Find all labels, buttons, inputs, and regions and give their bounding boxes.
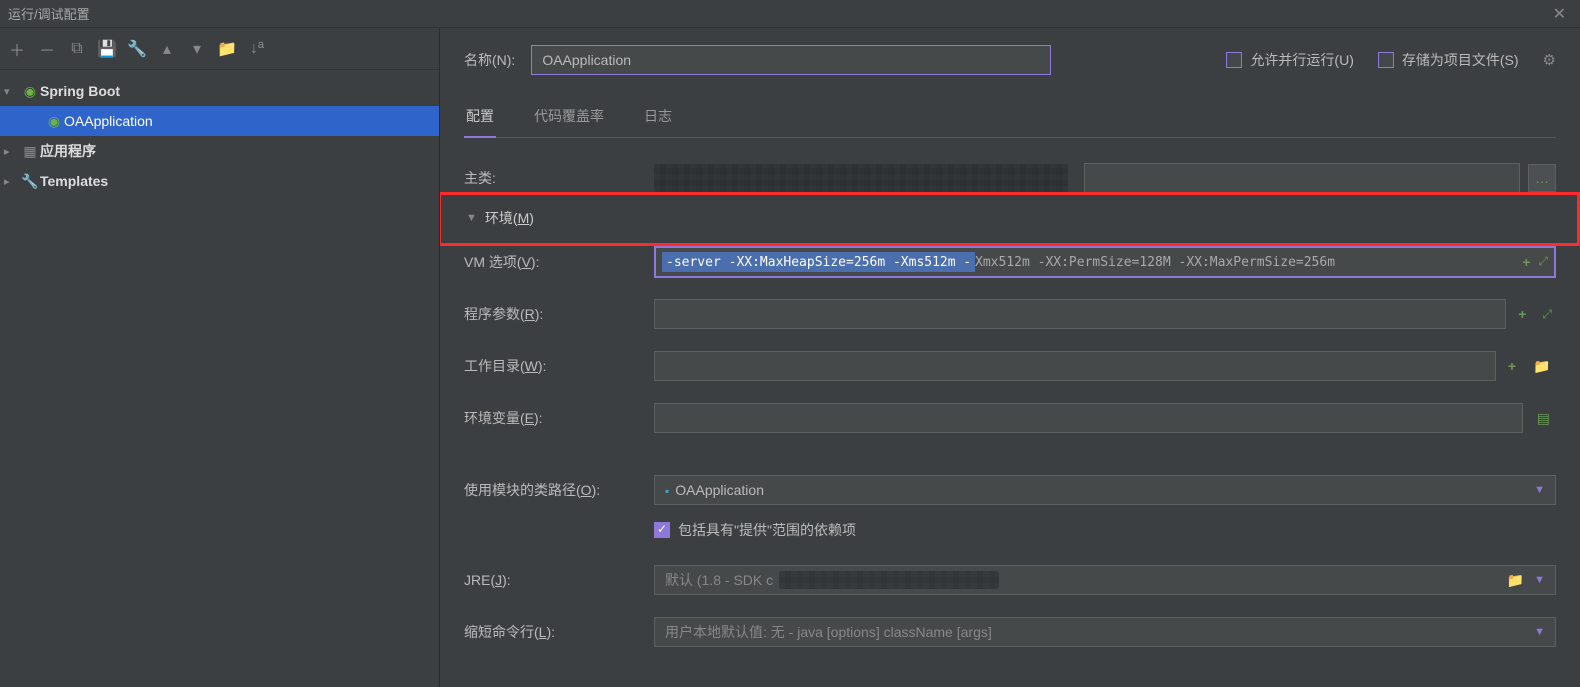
wrench-icon[interactable]: 🔧 [128,40,146,58]
classpath-select[interactable]: ▪OAApplication ▼ [654,475,1556,505]
list-icon[interactable]: ▤ [1531,410,1556,427]
add-icon[interactable]: ＋ [8,40,26,58]
down-icon[interactable]: ▾ [188,40,206,58]
store-as-file-checkbox[interactable]: 存储为项目文件(S) [1378,50,1519,70]
shorten-cmd-row: 缩短命令行(L): 用户本地默认值: 无 - java [options] cl… [464,610,1556,654]
main-class-label: 主类: [464,168,654,188]
vm-options-row: VM 选项(V): -server -XX:MaxHeapSize=256m -… [464,240,1556,284]
content-panel: 名称(N): 允许并行运行(U) 存储为项目文件(S) ⚙ 配置 代码覆盖率 日… [440,28,1580,687]
name-label: 名称(N): [464,50,515,70]
program-args-label: 程序参数(R): [464,304,654,324]
sort-icon[interactable]: ↓ª [248,40,266,58]
working-dir-row: 工作目录(W): + 📁 [464,344,1556,388]
form-area: 主类: … ▼ 环境(M) VM 选项(V): -server -XX:MaxH… [464,156,1556,654]
sidebar: ＋ － ⧉ 💾 🔧 ▴ ▾ 📁 ↓ª ▾ ◉ Spring Boot ◉ OAA… [0,28,440,687]
program-args-row: 程序参数(R): + ⤢ [464,292,1556,336]
working-dir-label: 工作目录(W): [464,356,654,376]
chevron-down-icon: ▼ [1534,574,1545,586]
jre-select[interactable]: 默认 (1.8 - SDK c 📁 ▼ [654,565,1556,595]
tab-config[interactable]: 配置 [464,98,496,138]
shorten-cmd-select[interactable]: 用户本地默认值: 无 - java [options] className [a… [654,617,1556,647]
tree-label: Templates [40,173,108,189]
name-input[interactable] [531,45,1051,75]
section-label: 环境(M) [485,208,534,228]
classpath-label: 使用模块的类路径(O): [464,480,654,500]
vm-options-input[interactable]: -server -XX:MaxHeapSize=256m -Xms512m - … [654,246,1556,278]
env-vars-input[interactable] [654,403,1523,433]
chevron-down-icon: ▼ [1534,484,1545,496]
jre-redacted [779,571,999,589]
tree-node-application[interactable]: ▸ ▦ 应用程序 [0,136,439,166]
chevron-down-icon: ▾ [4,85,20,98]
jre-row: JRE(J): 默认 (1.8 - SDK c 📁 ▼ [464,558,1556,602]
main-class-redacted [654,164,1068,192]
titlebar: 运行/调试配置 ✕ [0,0,1580,28]
add-icon[interactable]: + [1514,306,1530,322]
vm-options-label: VM 选项(V): [464,252,654,272]
expand-icon[interactable]: ⤢ [1538,307,1556,322]
add-icon[interactable]: + [1504,358,1520,374]
checkbox-icon [1378,52,1394,68]
add-icon[interactable]: + [1522,254,1530,270]
up-icon[interactable]: ▴ [158,40,176,58]
tree-node-oaapplication[interactable]: ◉ OAApplication [0,106,439,136]
copy-icon[interactable]: ⧉ [68,40,86,58]
env-vars-row: 环境变量(E): ▤ [464,396,1556,440]
tree-node-templates[interactable]: ▸ 🔧 Templates [0,166,439,196]
expand-icon[interactable]: ⤢ [1538,254,1548,270]
module-icon: ▪ [665,484,669,498]
checkbox-label: 存储为项目文件(S) [1402,50,1519,70]
tabs: 配置 代码覆盖率 日志 [464,98,1556,138]
folder-icon[interactable]: 📁 [1528,352,1556,380]
wrench-icon: 🔧 [20,173,40,190]
window-title: 运行/调试配置 [8,4,90,23]
classpath-row: 使用模块的类路径(O): ▪OAApplication ▼ [464,468,1556,512]
tree-node-springboot[interactable]: ▾ ◉ Spring Boot [0,76,439,106]
springboot-icon: ◉ [44,113,64,130]
chevron-down-icon: ▼ [466,212,477,224]
springboot-icon: ◉ [20,83,40,100]
working-dir-input[interactable] [654,351,1496,381]
folder-icon[interactable]: 📁 [218,40,236,58]
checkbox-checked-icon [654,522,670,538]
jre-label: JRE(J): [464,572,654,588]
env-section-header[interactable]: ▼ 环境(M) [466,208,1556,228]
tree-label: OAApplication [64,113,153,129]
main-class-row: 主类: … [464,156,1556,200]
gear-icon[interactable]: ⚙ [1543,51,1556,69]
chevron-down-icon: ▼ [1534,626,1545,638]
allow-parallel-checkbox[interactable]: 允许并行运行(U) [1226,50,1353,70]
main-class-input[interactable] [1084,163,1520,193]
tree-label: 应用程序 [40,141,96,161]
remove-icon[interactable]: － [38,40,56,58]
sidebar-toolbar: ＋ － ⧉ 💾 🔧 ▴ ▾ 📁 ↓ª [0,28,439,70]
tab-coverage[interactable]: 代码覆盖率 [532,98,606,138]
checkbox-label: 允许并行运行(U) [1250,50,1353,70]
app-icon: ▦ [20,143,40,160]
folder-icon[interactable]: 📁 [1507,572,1524,589]
include-provided-checkbox[interactable]: 包括具有"提供"范围的依赖项 [654,520,1556,540]
save-icon[interactable]: 💾 [98,40,116,58]
chevron-right-icon: ▸ [4,145,20,158]
tree-label: Spring Boot [40,83,120,99]
config-tree: ▾ ◉ Spring Boot ◉ OAApplication ▸ ▦ 应用程序… [0,70,439,196]
env-vars-label: 环境变量(E): [464,408,654,428]
browse-button[interactable]: … [1528,164,1556,192]
checkbox-label: 包括具有"提供"范围的依赖项 [678,520,856,540]
close-icon[interactable]: ✕ [1547,4,1572,24]
vm-selected-text: -server -XX:MaxHeapSize=256m -Xms512m - [662,252,975,272]
shorten-cmd-label: 缩短命令行(L): [464,622,654,642]
checkbox-icon [1226,52,1242,68]
vm-rest-text: Xmx512m -XX:PermSize=128M -XX:MaxPermSiz… [975,252,1335,272]
chevron-right-icon: ▸ [4,175,20,188]
program-args-input[interactable] [654,299,1506,329]
name-row: 名称(N): 允许并行运行(U) 存储为项目文件(S) ⚙ [464,40,1556,80]
tab-logs[interactable]: 日志 [642,98,674,138]
